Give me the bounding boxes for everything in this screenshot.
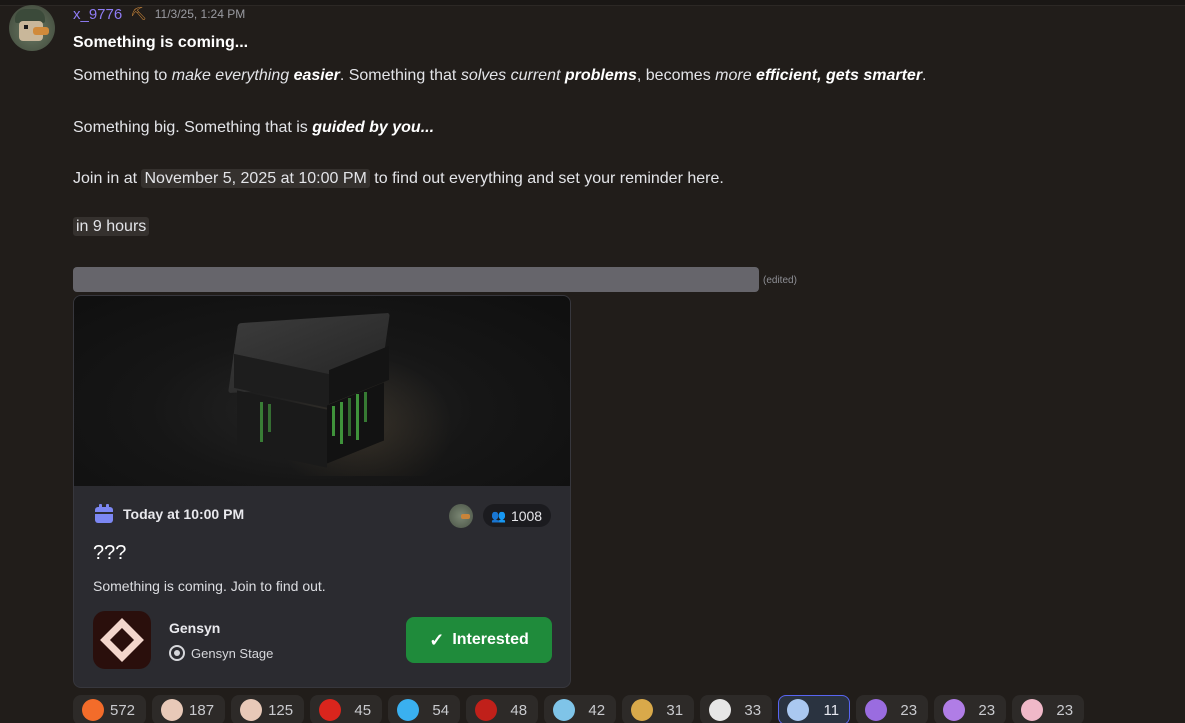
reaction-count: 187 — [189, 701, 215, 719]
guild-name[interactable]: Gensyn — [169, 620, 220, 636]
spoiler-block[interactable] — [73, 267, 759, 292]
reaction-button[interactable]: 23 — [934, 695, 1007, 723]
crowned-cat-emoji — [631, 699, 654, 721]
reaction-count: 23 — [900, 701, 918, 719]
blue-blob-emoji — [397, 699, 420, 721]
fire-emoji — [82, 699, 104, 721]
reaction-count: 42 — [588, 701, 606, 719]
interested-button[interactable]: ✓ Interested — [406, 617, 552, 663]
interested-button-label: Interested — [452, 631, 529, 648]
interested-count-badge[interactable]: 👥 1008 — [483, 504, 552, 527]
gensyn-logo-icon[interactable] — [93, 611, 151, 669]
reaction-count: 48 — [510, 701, 528, 719]
reaction-button[interactable]: 187 — [152, 695, 226, 723]
message-paragraph-2: Something big. Something that is guided … — [73, 119, 435, 136]
reaction-count: 23 — [978, 701, 996, 719]
reaction-count: 31 — [666, 701, 684, 719]
message-paragraph-1: Something to make everything easier. Som… — [73, 67, 927, 84]
reaction-count: 45 — [354, 701, 372, 719]
anime-girl-emoji-2 — [240, 699, 263, 721]
vietnam-flag-emoji — [319, 699, 342, 721]
reaction-button[interactable]: 42 — [544, 695, 617, 723]
reaction-button[interactable]: 11 — [778, 695, 851, 723]
purple-castle-emoji — [865, 699, 888, 721]
reaction-button[interactable]: 23 — [1012, 695, 1085, 723]
edited-label: (edited) — [763, 275, 797, 286]
message-title: Something is coming... — [73, 34, 249, 51]
event-title[interactable]: ??? — [93, 542, 126, 565]
flag-emoji — [787, 699, 810, 721]
event-banner-image — [74, 296, 570, 486]
red-hood-emoji — [475, 699, 498, 721]
user-avatar[interactable] — [9, 5, 55, 51]
stage-channel[interactable]: Gensyn Stage — [169, 645, 273, 661]
reaction-button[interactable]: 33 — [700, 695, 773, 723]
attendee-avatar — [449, 504, 473, 528]
stage-channel-name: Gensyn Stage — [191, 645, 274, 661]
reaction-count: 54 — [432, 701, 450, 719]
event-description: Something is coming. Join to find out. — [93, 578, 326, 594]
reaction-button[interactable]: 48 — [466, 695, 539, 723]
pink-bunny-emoji — [1021, 699, 1044, 721]
reaction-button[interactable]: 54 — [388, 695, 461, 723]
timestamp[interactable]: 11/3/25, 1:24 PM — [155, 7, 246, 21]
reaction-button[interactable]: 45 — [310, 695, 383, 723]
reaction-count: 23 — [1056, 701, 1074, 719]
event-time: Today at 10:00 PM — [94, 504, 244, 524]
reaction-button[interactable]: 23 — [856, 695, 929, 723]
reaction-count: 11 — [823, 701, 840, 719]
check-icon: ✓ — [429, 629, 445, 650]
stage-icon — [169, 645, 185, 661]
pickaxe-icon[interactable]: ⛏ — [130, 6, 147, 22]
reaction-count: 33 — [744, 701, 762, 719]
relative-time-pill[interactable]: in 9 hours — [73, 217, 150, 236]
message-header: x_9776 ⛏ 11/3/25, 1:24 PM — [73, 5, 245, 23]
message-paragraph-3: Join in at November 5, 2025 at 10:00 PM … — [73, 169, 724, 188]
event-card[interactable]: Today at 10:00 PM 👥 1008 ??? Something i… — [73, 295, 571, 688]
date-timestamp[interactable]: November 5, 2025 at 10:00 PM — [141, 169, 370, 188]
reaction-count: 125 — [268, 701, 294, 719]
white-cat-emoji — [709, 699, 732, 721]
relative-time: in 9 hours — [73, 217, 150, 236]
event-time-label: Today at 10:00 PM — [123, 506, 245, 522]
reaction-button[interactable]: 31 — [622, 695, 695, 723]
reaction-button[interactable]: 125 — [231, 695, 305, 723]
reactions-bar: 572 187 125 45 54 48 42 31 33 11 23 23 23 — [73, 695, 1085, 723]
reaction-button[interactable]: 572 — [73, 695, 147, 723]
blue-cat-emoji — [553, 699, 576, 721]
people-icon: 👥 — [491, 508, 506, 523]
anime-girl-emoji — [161, 699, 184, 721]
purple-bird-emoji — [943, 699, 966, 721]
calendar-icon — [94, 504, 114, 524]
username[interactable]: x_9776 — [73, 6, 122, 23]
reaction-count: 572 — [110, 701, 136, 719]
interested-count: 1008 — [510, 507, 543, 524]
